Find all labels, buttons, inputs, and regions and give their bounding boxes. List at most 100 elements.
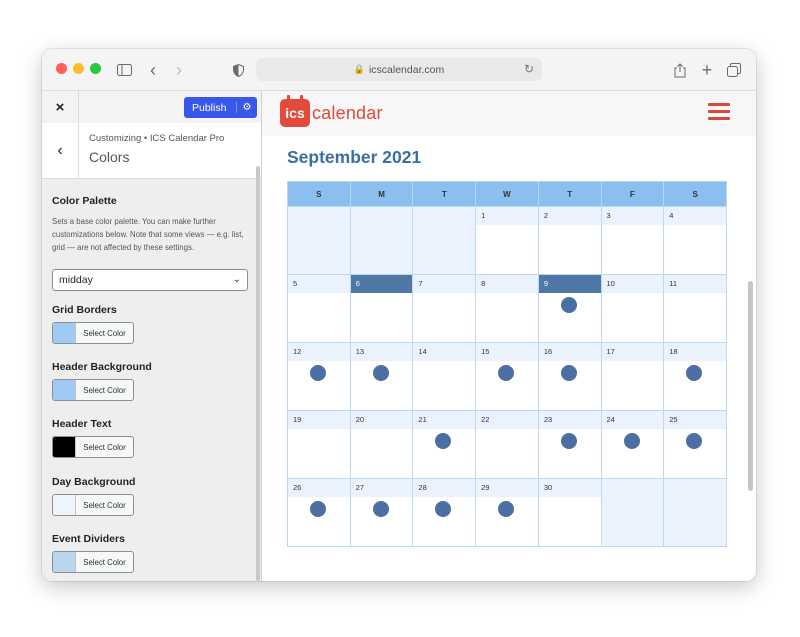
- day-cell[interactable]: 18: [663, 342, 727, 411]
- minimize-window-button[interactable]: [73, 63, 84, 74]
- header-background-swatch: [53, 380, 76, 400]
- day-number: 25: [664, 411, 726, 429]
- day-cell[interactable]: 14: [412, 342, 477, 411]
- day-number: 21: [413, 411, 476, 429]
- day-cell[interactable]: 3: [600, 206, 665, 275]
- header-text-color-button[interactable]: Select Color: [52, 436, 134, 458]
- calendar-month-title: September 2021: [287, 147, 422, 167]
- day-number: 11: [664, 275, 726, 293]
- day-cell[interactable]: 21: [412, 410, 477, 479]
- back-nav-icon[interactable]: ‹: [143, 60, 163, 80]
- close-customizer-button[interactable]: ×: [42, 91, 79, 123]
- forward-nav-icon[interactable]: ›: [169, 60, 189, 80]
- address-bar[interactable]: 🔒 icscalendar.com ↻: [256, 58, 542, 81]
- event-marker[interactable]: [435, 433, 452, 449]
- day-cell[interactable]: 26: [287, 478, 351, 547]
- panel-scrollbar[interactable]: [256, 166, 260, 581]
- day-cell[interactable]: 10: [600, 274, 665, 343]
- event-marker[interactable]: [310, 501, 326, 517]
- day-cell[interactable]: 9: [537, 274, 602, 343]
- day-cell[interactable]: 29: [475, 478, 539, 547]
- day-background-label: Day Background: [52, 476, 136, 488]
- event-marker[interactable]: [372, 501, 389, 517]
- event-marker[interactable]: [686, 365, 703, 381]
- day-cell[interactable]: 5: [287, 274, 351, 343]
- day-background-color-button[interactable]: Select Color: [52, 494, 134, 516]
- event-marker[interactable]: [560, 365, 577, 381]
- day-cell[interactable]: 28: [412, 478, 477, 547]
- day-cell[interactable]: 23: [537, 410, 602, 479]
- site-logo[interactable]: ics calendar: [280, 95, 383, 127]
- calendar-grid: S M T W T F S 1 2 3 4 5 6 7 8 9 10 11 12 13 14 15 16 17 1…: [287, 181, 727, 547]
- grid-borders-label: Grid Borders: [52, 304, 117, 316]
- day-number: 22: [476, 411, 538, 429]
- event-marker[interactable]: [372, 365, 389, 381]
- day-cell[interactable]: 17: [600, 342, 665, 411]
- grid-borders-swatch: [53, 323, 76, 343]
- gear-icon[interactable]: ⚙: [236, 102, 257, 113]
- day-cell[interactable]: 7: [412, 274, 477, 343]
- new-tab-icon[interactable]: +: [697, 60, 717, 80]
- day-number: 30: [538, 479, 601, 497]
- event-marker[interactable]: [560, 433, 577, 449]
- grid-borders-color-button[interactable]: Select Color: [52, 322, 134, 344]
- header-text-swatch: [53, 437, 76, 457]
- breadcrumb: Customizing • ICS Calendar Pro: [89, 133, 225, 144]
- day-number: 18: [664, 343, 726, 361]
- empty-day-cell: [349, 206, 414, 275]
- close-window-button[interactable]: [56, 63, 67, 74]
- day-cell[interactable]: 25: [663, 410, 727, 479]
- day-number: 9: [538, 275, 601, 293]
- header-background-color-button[interactable]: Select Color: [52, 379, 134, 401]
- day-cell[interactable]: 12: [287, 342, 351, 411]
- day-cell[interactable]: 24: [600, 410, 665, 479]
- day-cell[interactable]: 4: [663, 206, 727, 275]
- sidebar-toggle-icon[interactable]: [114, 60, 134, 80]
- day-number: 17: [601, 343, 664, 361]
- day-cell[interactable]: 16: [537, 342, 602, 411]
- empty-day-cell: [412, 206, 477, 275]
- weekday-header: T: [412, 181, 477, 207]
- customizer-panel: × Publish ⚙ ‹ Customizing • ICS Calendar…: [42, 91, 262, 581]
- back-button[interactable]: ‹: [42, 123, 79, 178]
- hamburger-menu-icon[interactable]: [708, 103, 730, 121]
- event-marker[interactable]: [686, 433, 703, 449]
- publish-button[interactable]: Publish ⚙: [184, 97, 257, 118]
- day-background-swatch: [53, 495, 76, 515]
- share-icon[interactable]: [670, 60, 690, 80]
- browser-window: ‹ › 🔒 icscalendar.com ↻ + × Publish ⚙ ‹: [42, 49, 756, 581]
- empty-day-cell: [287, 206, 351, 275]
- day-number: 3: [601, 207, 664, 225]
- color-palette-label: Color Palette: [52, 195, 117, 207]
- event-marker[interactable]: [435, 501, 452, 517]
- site-header: ics calendar: [262, 91, 756, 136]
- color-palette-select[interactable]: midday ⌄: [52, 269, 248, 291]
- event-marker[interactable]: [623, 433, 640, 449]
- event-dividers-color-button[interactable]: Select Color: [52, 551, 134, 573]
- event-marker[interactable]: [310, 365, 326, 381]
- day-number: 28: [413, 479, 476, 497]
- day-cell[interactable]: 6: [349, 274, 414, 343]
- reload-icon[interactable]: ↻: [524, 62, 534, 76]
- day-cell[interactable]: 11: [663, 274, 727, 343]
- day-cell[interactable]: 22: [475, 410, 539, 479]
- day-cell[interactable]: 13: [349, 342, 414, 411]
- day-cell[interactable]: 8: [475, 274, 539, 343]
- day-cell[interactable]: 30: [537, 478, 602, 547]
- day-cell[interactable]: 27: [349, 478, 414, 547]
- privacy-shield-icon[interactable]: [228, 60, 248, 80]
- day-cell[interactable]: 20: [349, 410, 414, 479]
- customizer-header: × Publish ⚙: [42, 91, 261, 124]
- day-number: 12: [288, 343, 350, 361]
- browser-titlebar: ‹ › 🔒 icscalendar.com ↻ +: [42, 49, 756, 91]
- preview-scrollbar[interactable]: [748, 281, 753, 491]
- event-marker[interactable]: [498, 365, 515, 381]
- day-cell[interactable]: 2: [537, 206, 602, 275]
- day-cell[interactable]: 15: [475, 342, 539, 411]
- event-marker[interactable]: [498, 501, 515, 517]
- zoom-window-button[interactable]: [90, 63, 101, 74]
- day-cell[interactable]: 1: [475, 206, 539, 275]
- event-marker[interactable]: [560, 297, 577, 313]
- day-cell[interactable]: 19: [287, 410, 351, 479]
- tab-overview-icon[interactable]: [724, 60, 744, 80]
